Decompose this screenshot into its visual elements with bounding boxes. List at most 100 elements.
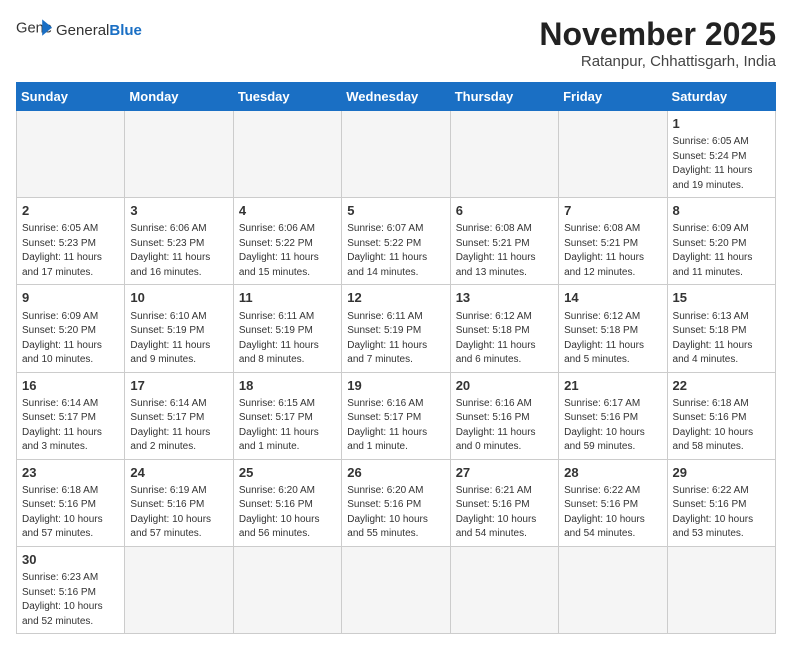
- day-info: Sunrise: 6:22 AM Sunset: 5:16 PM Dayligh…: [673, 484, 770, 542]
- day-info: Sunrise: 6:18 AM Sunset: 5:16 PM Dayligh…: [22, 484, 119, 542]
- day-info: Sunrise: 6:23 AM Sunset: 5:16 PM Dayligh…: [22, 571, 119, 629]
- calendar-day-cell: 17 Sunrise: 6:14 AM Sunset: 5:17 PM Dayli…: [125, 372, 233, 459]
- col-header-tuesday: Tuesday: [233, 83, 341, 111]
- calendar-week-row: 9 Sunrise: 6:09 AM Sunset: 5:20 PM Daylig…: [17, 285, 776, 372]
- day-info: Sunrise: 6:08 AM Sunset: 5:21 PM Dayligh…: [456, 222, 553, 280]
- day-number: 5: [347, 202, 444, 220]
- calendar-day-cell: 5 Sunrise: 6:07 AM Sunset: 5:22 PM Daylig…: [342, 198, 450, 285]
- day-info: Sunrise: 6:09 AM Sunset: 5:20 PM Dayligh…: [22, 310, 119, 368]
- day-number: 12: [347, 289, 444, 307]
- day-number: 4: [239, 202, 336, 220]
- calendar-day-cell: 9 Sunrise: 6:09 AM Sunset: 5:20 PM Daylig…: [17, 285, 125, 372]
- day-number: 29: [673, 464, 770, 482]
- col-header-sunday: Sunday: [17, 83, 125, 111]
- calendar-day-cell: [559, 111, 667, 198]
- day-number: 23: [22, 464, 119, 482]
- calendar-week-row: 23 Sunrise: 6:18 AM Sunset: 5:16 PM Dayli…: [17, 459, 776, 546]
- day-info: Sunrise: 6:19 AM Sunset: 5:16 PM Dayligh…: [130, 484, 227, 542]
- calendar-day-cell: 19 Sunrise: 6:16 AM Sunset: 5:17 PM Dayli…: [342, 372, 450, 459]
- calendar-day-cell: 13Sunrise: 6:12 AM Sunset: 5:18 PM Dayli…: [450, 285, 558, 372]
- day-info: Sunrise: 6:20 AM Sunset: 5:16 PM Dayligh…: [239, 484, 336, 542]
- day-number: 19: [347, 377, 444, 395]
- calendar-day-cell: 27 Sunrise: 6:21 AM Sunset: 5:16 PM Dayli…: [450, 459, 558, 546]
- calendar-day-cell: 25 Sunrise: 6:20 AM Sunset: 5:16 PM Dayli…: [233, 459, 341, 546]
- day-number: 8: [673, 202, 770, 220]
- day-info: Sunrise: 6:20 AM Sunset: 5:16 PM Dayligh…: [347, 484, 444, 542]
- day-number: 18: [239, 377, 336, 395]
- calendar-day-cell: 14Sunrise: 6:12 AM Sunset: 5:18 PM Dayli…: [559, 285, 667, 372]
- calendar-day-cell: 1 Sunrise: 6:05 AM Sunset: 5:24 PM Daylig…: [667, 111, 775, 198]
- day-number: 1: [673, 115, 770, 133]
- calendar-day-cell: [342, 546, 450, 633]
- calendar-day-cell: [125, 546, 233, 633]
- location-subtitle: Ratanpur, Chhattisgarh, India: [539, 53, 776, 70]
- calendar-day-cell: 28 Sunrise: 6:22 AM Sunset: 5:16 PM Dayli…: [559, 459, 667, 546]
- calendar-day-cell: [233, 111, 341, 198]
- day-info: Sunrise: 6:05 AM Sunset: 5:24 PM Dayligh…: [673, 135, 770, 193]
- day-info: Sunrise: 6:18 AM Sunset: 5:16 PM Dayligh…: [673, 397, 770, 455]
- day-number: 11: [239, 289, 336, 307]
- calendar-day-cell: 3 Sunrise: 6:06 AM Sunset: 5:23 PM Daylig…: [125, 198, 233, 285]
- calendar-day-cell: 20 Sunrise: 6:16 AM Sunset: 5:16 PM Dayli…: [450, 372, 558, 459]
- day-number: 3: [130, 202, 227, 220]
- calendar-day-cell: 30Sunrise: 6:23 AM Sunset: 5:16 PM Dayli…: [17, 546, 125, 633]
- day-number: 2: [22, 202, 119, 220]
- day-info: Sunrise: 6:07 AM Sunset: 5:22 PM Dayligh…: [347, 222, 444, 280]
- calendar-day-cell: 10Sunrise: 6:10 AM Sunset: 5:19 PM Dayli…: [125, 285, 233, 372]
- day-number: 6: [456, 202, 553, 220]
- day-number: 16: [22, 377, 119, 395]
- calendar-day-cell: 26 Sunrise: 6:20 AM Sunset: 5:16 PM Dayli…: [342, 459, 450, 546]
- logo-text: GeneralBlue: [56, 22, 142, 39]
- day-info: Sunrise: 6:12 AM Sunset: 5:18 PM Dayligh…: [456, 310, 553, 368]
- month-title: November 2025: [539, 16, 776, 53]
- logo: General GeneralBlue: [16, 16, 142, 44]
- calendar-week-row: 1 Sunrise: 6:05 AM Sunset: 5:24 PM Daylig…: [17, 111, 776, 198]
- day-info: Sunrise: 6:22 AM Sunset: 5:16 PM Dayligh…: [564, 484, 661, 542]
- calendar-day-cell: [125, 111, 233, 198]
- day-number: 27: [456, 464, 553, 482]
- day-info: Sunrise: 6:09 AM Sunset: 5:20 PM Dayligh…: [673, 222, 770, 280]
- calendar-week-row: 30Sunrise: 6:23 AM Sunset: 5:16 PM Dayli…: [17, 546, 776, 633]
- calendar-day-cell: 16Sunrise: 6:14 AM Sunset: 5:17 PM Dayli…: [17, 372, 125, 459]
- calendar-day-cell: [342, 111, 450, 198]
- day-number: 17: [130, 377, 227, 395]
- day-info: Sunrise: 6:21 AM Sunset: 5:16 PM Dayligh…: [456, 484, 553, 542]
- day-info: Sunrise: 6:06 AM Sunset: 5:23 PM Dayligh…: [130, 222, 227, 280]
- logo-icon: General: [16, 16, 52, 44]
- calendar-day-cell: [17, 111, 125, 198]
- day-info: Sunrise: 6:06 AM Sunset: 5:22 PM Dayligh…: [239, 222, 336, 280]
- day-number: 15: [673, 289, 770, 307]
- day-info: Sunrise: 6:13 AM Sunset: 5:18 PM Dayligh…: [673, 310, 770, 368]
- day-number: 9: [22, 289, 119, 307]
- calendar-day-cell: 6 Sunrise: 6:08 AM Sunset: 5:21 PM Daylig…: [450, 198, 558, 285]
- col-header-saturday: Saturday: [667, 83, 775, 111]
- day-number: 28: [564, 464, 661, 482]
- day-info: Sunrise: 6:16 AM Sunset: 5:17 PM Dayligh…: [347, 397, 444, 455]
- day-number: 26: [347, 464, 444, 482]
- calendar-header-row: SundayMondayTuesdayWednesdayThursdayFrid…: [17, 83, 776, 111]
- calendar-day-cell: 7 Sunrise: 6:08 AM Sunset: 5:21 PM Daylig…: [559, 198, 667, 285]
- calendar-week-row: 2 Sunrise: 6:05 AM Sunset: 5:23 PM Daylig…: [17, 198, 776, 285]
- col-header-friday: Friday: [559, 83, 667, 111]
- calendar-day-cell: 15 Sunrise: 6:13 AM Sunset: 5:18 PM Dayli…: [667, 285, 775, 372]
- day-info: Sunrise: 6:17 AM Sunset: 5:16 PM Dayligh…: [564, 397, 661, 455]
- calendar-day-cell: [450, 546, 558, 633]
- day-number: 14: [564, 289, 661, 307]
- calendar-day-cell: 4 Sunrise: 6:06 AM Sunset: 5:22 PM Daylig…: [233, 198, 341, 285]
- day-number: 20: [456, 377, 553, 395]
- day-number: 25: [239, 464, 336, 482]
- day-number: 24: [130, 464, 227, 482]
- calendar-day-cell: [450, 111, 558, 198]
- day-info: Sunrise: 6:14 AM Sunset: 5:17 PM Dayligh…: [130, 397, 227, 455]
- calendar-day-cell: 11 Sunrise: 6:11 AM Sunset: 5:19 PM Dayli…: [233, 285, 341, 372]
- day-number: 7: [564, 202, 661, 220]
- col-header-thursday: Thursday: [450, 83, 558, 111]
- day-info: Sunrise: 6:11 AM Sunset: 5:19 PM Dayligh…: [239, 310, 336, 368]
- calendar-day-cell: [233, 546, 341, 633]
- day-info: Sunrise: 6:08 AM Sunset: 5:21 PM Dayligh…: [564, 222, 661, 280]
- day-info: Sunrise: 6:10 AM Sunset: 5:19 PM Dayligh…: [130, 310, 227, 368]
- calendar-day-cell: [559, 546, 667, 633]
- day-info: Sunrise: 6:16 AM Sunset: 5:16 PM Dayligh…: [456, 397, 553, 455]
- day-info: Sunrise: 6:05 AM Sunset: 5:23 PM Dayligh…: [22, 222, 119, 280]
- calendar-day-cell: 18Sunrise: 6:15 AM Sunset: 5:17 PM Dayli…: [233, 372, 341, 459]
